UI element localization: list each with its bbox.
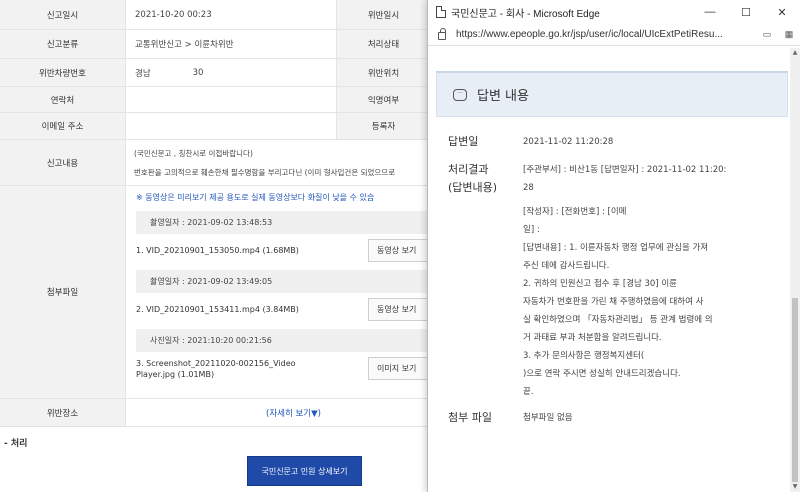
page-icon [436, 6, 446, 18]
window-title: 국민신문고 - 회사 - Microsoft Edge [451, 8, 600, 20]
scroll-up-icon[interactable]: ▲ [790, 48, 800, 58]
attachment-item: 3. Screenshot_20211020-002156_Video Play… [136, 357, 430, 380]
report-table: 신고일시 2021-10-20 00:23 위반일시 신고분류 교통위반신고 >… [0, 0, 430, 427]
answer-header: ··· 답변 내용 [436, 71, 788, 117]
row-label: 연락처 [0, 87, 126, 112]
scroll-down-icon[interactable]: ▼ [790, 482, 800, 492]
row-label-secondary: 등록자 [336, 113, 430, 139]
answer-line: 일] : [523, 225, 540, 235]
location-value: (자세히 보기▼) [126, 399, 430, 426]
attachment-item: 2. VID_20210901_153411.mp4 (3.84MB) 동영상 … [136, 298, 430, 321]
maximize-icon[interactable]: ☐ [728, 6, 764, 19]
result-label-line: 처리결과 [448, 163, 489, 176]
report-vehicle-value: 경남 30 [126, 59, 336, 86]
vertical-scrollbar[interactable]: ▲ ▼ [790, 48, 800, 492]
content-line: 번호판을 고의적으로 훼손한채 필수명함을 부리고다닌 (이미 형사입건은 되었… [134, 168, 396, 177]
qr-code-icon[interactable]: ▦ [778, 29, 800, 40]
answer-line: 끝. [523, 387, 534, 397]
scrollbar-thumb[interactable] [792, 298, 798, 482]
minimize-icon[interactable]: — [692, 6, 728, 18]
answer-attach-value: 첨부파일 없음 [523, 413, 573, 423]
report-row-date: 신고일시 2021-10-20 00:23 위반일시 [0, 0, 430, 30]
answer-line: 자동차가 번호판을 가린 채 주행하였음에 대하여 사 [523, 297, 704, 307]
answer-line: 실 확인하였으며 「자동차관리법」 등 관계 법령에 의 [523, 315, 713, 325]
attachment-list: ※ 동영상은 미리보기 제공 용도로 실제 동영상보다 화질이 낮을 수 있습 … [126, 186, 430, 398]
report-row-attachments: 첨부파일 ※ 동영상은 미리보기 제공 용도로 실제 동영상보다 화질이 낮을 … [0, 186, 430, 399]
answer-result-label: 처리결과 (답변내용) [448, 161, 523, 401]
url-text[interactable]: https://www.epeople.go.kr/jsp/user/ic/lo… [456, 29, 756, 40]
image-view-button[interactable]: 이미지 보기 [368, 357, 430, 380]
vehicle-number: 30 [192, 67, 204, 78]
report-category-value: 교통위반신고 > 이륜차위반 [135, 40, 234, 50]
report-row-email: 이메일 주소 등록자 [0, 113, 430, 140]
attachment-date: 촬영일자 : 2021-09-02 13:49:05 [136, 270, 430, 293]
answer-line: [작성자] : [전화번호] : [이메 [523, 207, 627, 217]
row-label: 첨부파일 [0, 186, 126, 398]
video-view-button[interactable]: 동영상 보기 [368, 298, 430, 321]
petition-detail-button[interactable]: 국민신문고 민원 상세보기 [247, 456, 362, 486]
result-label-line: (답변내용) [448, 181, 498, 194]
location-detail-link[interactable]: (자세히 보기▼) [266, 407, 321, 419]
answer-date-label: 답변일 [448, 135, 479, 148]
attachment-file-name: 3. Screenshot_20211020-002156_Video Play… [136, 358, 296, 379]
attachment-file-name: 1. VID_20210901_153050.mp4 (1.68MB) [136, 246, 299, 255]
row-label: 신고일시 [0, 0, 126, 29]
row-label: 신고내용 [0, 140, 126, 185]
lock-icon [438, 28, 446, 40]
answer-line: 주신 데에 감사드립니다. [523, 261, 610, 271]
row-label: 위반장소 [0, 399, 126, 426]
report-row-location: 위반장소 (자세히 보기▼) [0, 399, 430, 427]
section-title: - 처리 [4, 439, 28, 449]
report-email-value [126, 113, 336, 139]
report-date-value: 2021-10-20 00:23 [135, 9, 212, 20]
answer-result-value: [주관부서] : 비산1동 [답변일자] : 2021-11-02 11:20:… [523, 161, 771, 401]
report-row-contact: 연락처 익명여부 [0, 87, 430, 113]
answer-title: 답변 내용 [477, 89, 529, 104]
window-titlebar: 국민신문고 - 회사 - Microsoft Edge — ☐ ✕ [428, 0, 800, 24]
report-row-content: 신고내용 (국민신문고 , 칭찬시로 이첩바랍니다) 번호판을 고의적으로 훼손… [0, 140, 430, 186]
answer-date-row: 답변일 2021-11-02 11:20:28 [448, 133, 791, 151]
report-content-value: (국민신문고 , 칭찬시로 이첩바랍니다) 번호판을 고의적으로 훼손한채 필수… [126, 140, 430, 186]
answer-line: [답변내용] : 1. 이륜자동차 행정 업무에 관심을 가져 [523, 243, 709, 253]
page-viewport: ··· 답변 내용 답변일 2021-11-02 11:20:28 처리결과 (… [428, 48, 791, 492]
row-label-secondary: 위반일시 [336, 0, 430, 29]
report-row-category: 신고분류 교통위반신고 > 이륜차위반 처리상태 [0, 30, 430, 59]
answer-attach-row: 첨부 파일 첨부파일 없음 [448, 409, 791, 427]
report-row-vehicle: 위반차량번호 경남 30 위반위치 [0, 59, 430, 87]
chat-bubble-icon: ··· [453, 88, 467, 101]
answer-line: [주관부서] : 비산1동 [답변일자] : 2021-11-02 11:20: [523, 165, 727, 175]
row-label: 이메일 주소 [0, 113, 126, 139]
vehicle-region: 경남 [135, 68, 151, 79]
row-label-secondary: 처리상태 [336, 30, 430, 58]
video-view-button[interactable]: 동영상 보기 [368, 239, 430, 262]
report-contact-value [126, 87, 336, 112]
answer-line: 2. 귀하의 민원신고 접수 후 [경남 30] 이륜 [523, 279, 677, 289]
row-label-secondary: 위반위치 [336, 59, 430, 86]
address-bar[interactable]: https://www.epeople.go.kr/jsp/user/ic/lo… [428, 24, 800, 46]
row-label: 위반차량번호 [0, 59, 126, 86]
answer-attach-label: 첨부 파일 [448, 411, 492, 424]
answer-line: 거 과태료 부과 처분함을 알려드립니다. [523, 333, 662, 343]
edge-popup-window: 국민신문고 - 회사 - Microsoft Edge — ☐ ✕ https:… [427, 0, 800, 492]
attachment-date: 사진일자 : 2021:10:20 00:21:56 [136, 329, 430, 352]
answer-line: 28 [523, 183, 534, 193]
attachment-note: ※ 동영상은 미리보기 제공 용도로 실제 동영상보다 화질이 낮을 수 있습 [136, 193, 375, 202]
answer-date-value: 2021-11-02 11:20:28 [523, 137, 614, 147]
row-label-secondary: 익명여부 [336, 87, 430, 112]
answer-result-row: 처리결과 (답변내용) [주관부서] : 비산1동 [답변일자] : 2021-… [448, 161, 791, 401]
attachment-file-name: 2. VID_20210901_153411.mp4 (3.84MB) [136, 305, 299, 314]
answer-line: )으로 연락 주시면 성실히 안내드리겠습니다. [523, 369, 681, 379]
attachment-date: 촬영일자 : 2021-09-02 13:48:53 [136, 211, 430, 234]
row-label: 신고분류 [0, 30, 126, 58]
close-icon[interactable]: ✕ [764, 6, 800, 19]
attachment-item: 1. VID_20210901_153050.mp4 (1.68MB) 동영상 … [136, 239, 430, 262]
answer-line: 3. 추가 문의사항은 행정복지센터( [523, 351, 645, 361]
read-aloud-icon[interactable]: ▭ [756, 29, 778, 40]
content-line: (국민신문고 , 칭찬시로 이첩바랍니다) [134, 149, 253, 158]
